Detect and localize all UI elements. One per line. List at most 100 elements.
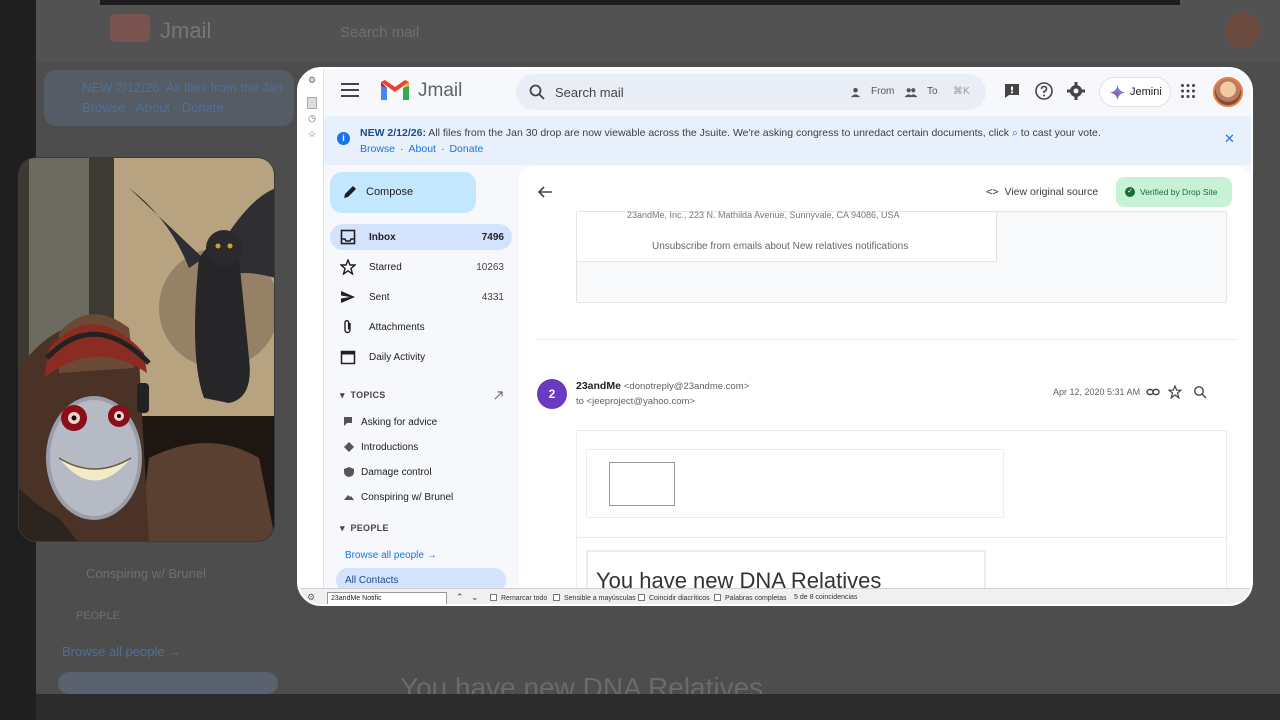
separator: · bbox=[400, 143, 404, 155]
search-placeholder: Search mail bbox=[555, 85, 624, 100]
background-banner bbox=[44, 70, 294, 126]
previous-message-footer: 23andMe, Inc., 223 N. Mathilda Avenue, S… bbox=[577, 210, 997, 262]
clock-icon[interactable]: ◷ bbox=[307, 113, 317, 123]
content-card: You have new DNA Relatives bbox=[577, 537, 1228, 588]
verified-label: Verified by Drop Site bbox=[1140, 187, 1218, 197]
star-outline-icon[interactable]: ☆ bbox=[307, 129, 317, 139]
banner-links: Browse · About · Donate bbox=[360, 143, 488, 155]
calendar-icon bbox=[340, 350, 356, 365]
search-bar[interactable]: Search mail From To ⌘K bbox=[516, 74, 986, 110]
browser-side-strip: ⚙ ◷ ☆ bbox=[299, 69, 324, 588]
checkbox bbox=[638, 594, 645, 601]
to-filter[interactable]: To bbox=[927, 86, 938, 97]
inbox-icon bbox=[340, 229, 356, 245]
jmail-window: ⚙ ◷ ☆ Jmail Search mail From To ⌘K Jemin… bbox=[297, 67, 1253, 606]
help-icon[interactable] bbox=[1034, 81, 1054, 101]
sidebar-item-inbox[interactable]: Inbox 7496 bbox=[330, 224, 512, 250]
search-shortcut: ⌘K bbox=[953, 86, 970, 97]
info-icon: i bbox=[337, 132, 350, 145]
sidebar-item-count: 4331 bbox=[481, 292, 504, 303]
find-input[interactable]: 23andMe Notific bbox=[327, 592, 447, 604]
account-avatar[interactable] bbox=[1213, 77, 1243, 107]
browse-all-people-link[interactable]: Browse all people → bbox=[345, 550, 437, 561]
email-heading: You have new DNA Relatives bbox=[596, 568, 882, 588]
app-name: Jmail bbox=[418, 80, 463, 101]
topics-label: TOPICS bbox=[350, 390, 386, 400]
sidebar-item-label: Starred bbox=[369, 262, 402, 273]
banner-link-donate[interactable]: Donate bbox=[449, 143, 483, 155]
sidebar-item-starred[interactable]: Starred 10263 bbox=[330, 254, 512, 280]
sender-email: <donotreply@23andme.com> bbox=[623, 381, 750, 392]
people-header[interactable]: ▾ PEOPLE bbox=[340, 523, 389, 534]
topic-label: Asking for advice bbox=[361, 417, 438, 428]
page-icon[interactable] bbox=[307, 97, 317, 109]
background-search: Search mail bbox=[340, 24, 420, 41]
message-index-badge: 2 bbox=[537, 379, 567, 409]
chat-icon bbox=[344, 417, 352, 426]
option-label: Sensible a mayúsculas bbox=[564, 595, 636, 602]
extension-icon[interactable]: ⚙ bbox=[307, 75, 317, 85]
background-app-name: Jmail bbox=[160, 18, 212, 43]
jemini-label: Jemini bbox=[1130, 86, 1162, 98]
background-sidebar-text: Conspiring w/ Brunel bbox=[86, 566, 206, 581]
banner-close-icon[interactable]: ✕ bbox=[1224, 131, 1235, 147]
banner-link-browse[interactable]: Browse bbox=[360, 143, 395, 155]
star-icon[interactable] bbox=[1168, 385, 1182, 399]
verified-badge: ✓ Verified by Drop Site bbox=[1116, 177, 1232, 207]
match-diacritics-checkbox[interactable]: Coincidir diacríticos bbox=[638, 594, 710, 602]
expand-arrow-icon[interactable] bbox=[494, 391, 503, 400]
image-placeholder bbox=[609, 462, 675, 506]
feedback-icon[interactable] bbox=[1002, 81, 1022, 101]
chevron-down-icon: ▾ bbox=[340, 523, 345, 533]
apps-grid-icon[interactable] bbox=[1180, 83, 1196, 99]
attachment-icon bbox=[344, 320, 351, 334]
message-date: Apr 12, 2020 5:31 AM bbox=[1053, 387, 1141, 397]
sidebar-item-label: Attachments bbox=[369, 322, 425, 333]
zoom-search-icon[interactable] bbox=[1193, 385, 1207, 399]
company-address: 23andMe, Inc., 223 N. Mathilda Avenue, S… bbox=[627, 210, 900, 220]
match-case-checkbox[interactable]: Sensible a mayúsculas bbox=[553, 594, 636, 602]
sidebar-item-label: Sent bbox=[369, 292, 390, 303]
menu-icon[interactable] bbox=[341, 83, 359, 97]
compose-button[interactable]: Compose bbox=[330, 172, 476, 213]
option-label: Palabras completas bbox=[725, 595, 787, 602]
sidebar-item-daily-activity[interactable]: Daily Activity bbox=[330, 344, 512, 370]
background-logo bbox=[110, 14, 150, 42]
whole-words-checkbox[interactable]: Palabras completas bbox=[714, 594, 786, 602]
background-bottom-bar bbox=[36, 694, 1280, 720]
code-icon: <> bbox=[986, 186, 999, 198]
mountain-icon bbox=[344, 495, 354, 500]
sparkle-icon bbox=[1110, 85, 1125, 100]
checkbox bbox=[490, 594, 497, 601]
app-header: Jmail Search mail From To ⌘K Jemini bbox=[324, 69, 1251, 115]
background-people: PEOPLE bbox=[76, 610, 121, 622]
sidebar-item-sent[interactable]: Sent 4331 bbox=[330, 284, 512, 310]
link-icon[interactable] bbox=[1146, 385, 1160, 399]
chevron-down-icon: ▾ bbox=[340, 390, 345, 400]
view-source-label: View original source bbox=[1004, 186, 1099, 198]
find-previous-icon[interactable]: ⌃ bbox=[456, 592, 464, 603]
highlight-all-checkbox[interactable]: Remarcar todo bbox=[490, 594, 547, 602]
view-original-source-button[interactable]: <> View original source bbox=[986, 186, 1098, 198]
settings-gear-icon[interactable] bbox=[1066, 81, 1086, 101]
find-next-icon[interactable]: ⌄ bbox=[471, 592, 479, 603]
find-match-count: 5 de 8 coincidencias bbox=[794, 594, 858, 601]
option-label: Remarcar todo bbox=[501, 595, 548, 602]
sidebar-item-label: Inbox bbox=[369, 232, 396, 243]
background-avatar bbox=[1225, 12, 1261, 48]
banner-link-about[interactable]: About bbox=[409, 143, 436, 155]
jmail-logo-icon bbox=[381, 80, 409, 100]
sender-name: 23andMe bbox=[576, 380, 621, 392]
banner-text-end: to cast your vote. bbox=[1020, 127, 1101, 139]
announcement-banner: i NEW 2/12/26: All files from the Jan 30… bbox=[324, 116, 1251, 165]
jemini-button[interactable]: Jemini bbox=[1099, 77, 1171, 107]
sidebar-item-attachments[interactable]: Attachments bbox=[330, 314, 512, 340]
all-contacts-label: All Contacts bbox=[345, 575, 399, 586]
separator: · bbox=[440, 143, 445, 155]
topics-header[interactable]: ▾ TOPICS bbox=[340, 390, 386, 401]
find-settings-icon[interactable]: ⚙ bbox=[307, 592, 315, 603]
from-filter[interactable]: From bbox=[871, 86, 894, 97]
unsubscribe-link[interactable]: Unsubscribe from emails about New relati… bbox=[652, 241, 908, 252]
background-banner-text: NEW 2/12/26: All files from the Jan bbox=[82, 80, 283, 95]
back-arrow-icon[interactable] bbox=[537, 184, 553, 200]
